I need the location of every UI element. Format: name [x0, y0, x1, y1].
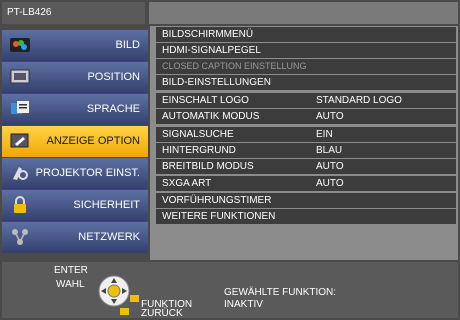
dpad-icon [98, 275, 130, 307]
menu-row[interactable]: HDMI-SIGNALPEGEL [156, 43, 456, 58]
model-name: PT-LB426 [2, 2, 145, 24]
menu-row-label: BILD-EINSTELLUNGEN [162, 77, 271, 88]
function-button-icon [130, 295, 139, 302]
sidebar: BILD POSITION SPRACHE ANZEIGE OPTION PRO… [2, 26, 148, 260]
back-button-icon [120, 308, 129, 315]
menu-row[interactable]: BILD-EINSTELLUNGEN [156, 75, 456, 90]
menu-row[interactable]: EINSCHALT LOGO STANDARD LOGO [156, 93, 456, 108]
sidebar-item-label: POSITION [87, 71, 140, 83]
menu-row[interactable]: AUTOMATIK MODUS AUTO [156, 109, 456, 124]
sidebar-item-anzeige-option[interactable]: ANZEIGE OPTION [2, 126, 148, 157]
menu-row-label: VORFÜHRUNGSTIMER [162, 195, 272, 206]
sidebar-item-bild[interactable]: BILD [2, 30, 148, 61]
sidebar-item-netzwerk[interactable]: NETZWERK [2, 222, 148, 253]
menu-row-label: AUTOMATIK MODUS [162, 111, 260, 122]
menu-row-value: STANDARD LOGO [316, 95, 402, 106]
menu-row: CLOSED CAPTION EINSTELLUNG [156, 59, 456, 74]
osd-menu: PT-LB426 BILD POSITION SPRACHE ANZEIGE O… [0, 0, 460, 320]
sidebar-item-projektor-einst[interactable]: PROJEKTOR EINST. [2, 158, 148, 189]
menu-row-label: SXGA ART [162, 178, 212, 189]
sidebar-item-position[interactable]: POSITION [2, 62, 148, 93]
sidebar-item-label: ANZEIGE OPTION [46, 135, 140, 147]
menu-row-label: WEITERE FUNKTIONEN [162, 211, 276, 222]
menu-row-value: EIN [316, 129, 333, 140]
menu-row-label: SIGNALSUCHE [162, 129, 234, 140]
sidebar-item-sicherheit[interactable]: SICHERHEIT [2, 190, 148, 221]
menu-row-value: AUTO [316, 161, 344, 172]
lock-icon [14, 196, 26, 213]
menu-row-label: HINTERGRUND [162, 145, 236, 156]
picture-icon [10, 38, 30, 52]
menu-row-value: AUTO [316, 178, 344, 189]
select-hint: WAHL [56, 279, 85, 290]
menu-row-label: BREITBILD MODUS [162, 161, 254, 172]
network-icon [12, 229, 28, 245]
back-hint: ZURÜCK [141, 308, 183, 319]
projector-settings-icon [13, 167, 28, 180]
position-icon [10, 69, 30, 84]
submenu-panel: BILDSCHIRMMENÜ HDMI-SIGNALPEGEL CLOSED C… [150, 26, 458, 260]
selected-function-value: INAKTIV [224, 299, 263, 310]
sidebar-item-label: PROJEKTOR EINST. [35, 167, 140, 179]
display-option-icon [10, 133, 29, 148]
selected-function-label: GEWÄHLTE FUNKTION: [224, 287, 337, 298]
menu-row-label: CLOSED CAPTION EINSTELLUNG [162, 61, 307, 71]
menu-row[interactable]: HINTERGRUND BLAU [156, 143, 456, 158]
sidebar-item-label: SPRACHE [86, 103, 140, 115]
enter-hint: ENTER [54, 265, 88, 276]
menu-row[interactable]: BILDSCHIRMMENÜ [156, 27, 456, 42]
menu-row[interactable]: VORFÜHRUNGSTIMER [156, 193, 456, 208]
language-icon [11, 101, 29, 114]
help-bar: ENTER WAHL FUNKTION ZURÜCK GEWÄHLTE FUNK… [2, 262, 458, 319]
menu-row-label: EINSCHALT LOGO [162, 95, 249, 106]
sidebar-item-label: BILD [115, 39, 140, 51]
menu-row[interactable]: BREITBILD MODUS AUTO [156, 159, 456, 174]
menu-row-label: HDMI-SIGNALPEGEL [162, 45, 261, 56]
sidebar-item-label: SICHERHEIT [73, 199, 140, 211]
menu-row[interactable]: SIGNALSUCHE EIN [156, 127, 456, 142]
sidebar-item-label: NETZWERK [78, 231, 140, 243]
menu-row-value: BLAU [316, 145, 343, 156]
sidebar-item-sprache[interactable]: SPRACHE [2, 94, 148, 125]
menu-row-value: AUTO [316, 111, 344, 122]
header-bar [149, 2, 458, 24]
menu-row[interactable]: SXGA ART AUTO [156, 176, 456, 191]
menu-row-label: BILDSCHIRMMENÜ [162, 29, 254, 40]
menu-row[interactable]: WEITERE FUNKTIONEN [156, 209, 456, 224]
